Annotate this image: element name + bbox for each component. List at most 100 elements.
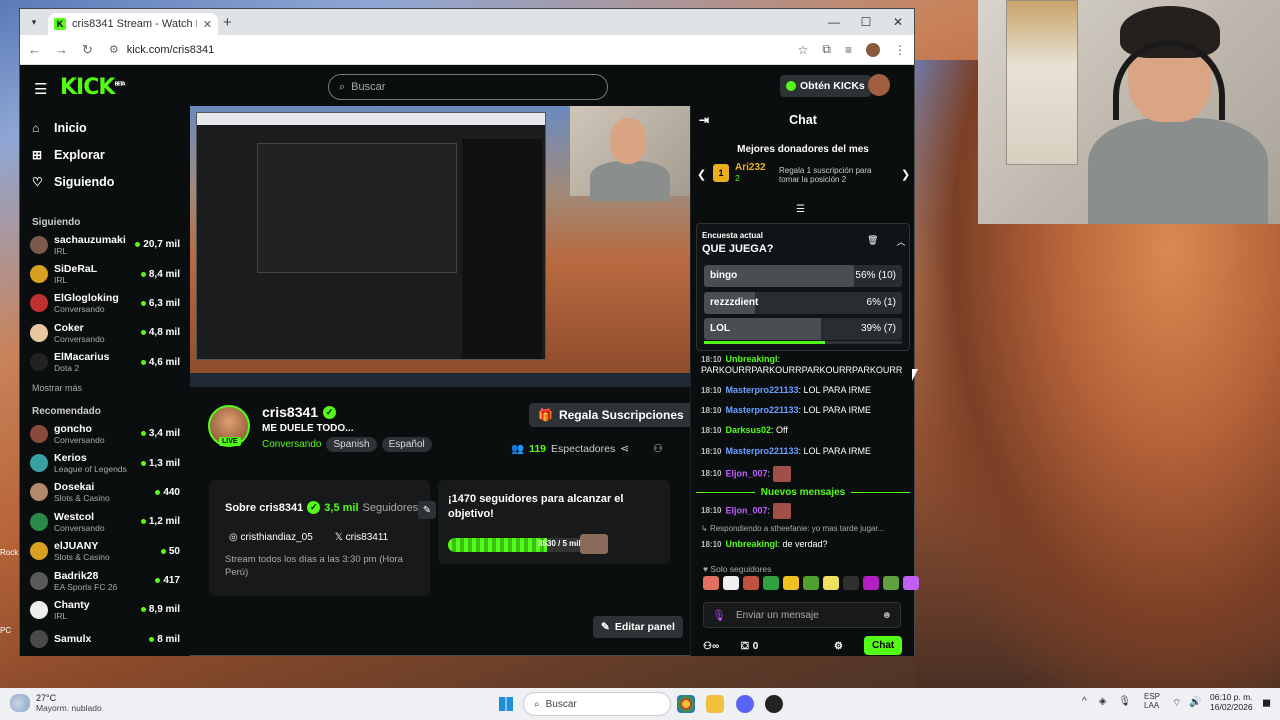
message-username[interactable]: Darksus02	[725, 425, 771, 435]
chevron-up-icon[interactable]: ︿	[896, 235, 905, 248]
poll-option[interactable]: rezzzdient 6% (1)	[704, 291, 902, 314]
emote-icon[interactable]	[903, 576, 919, 590]
minimize-icon[interactable]: —	[818, 9, 850, 35]
message-username[interactable]: Eljon_007	[725, 468, 767, 478]
chevron-left-icon[interactable]: ❮	[697, 168, 706, 181]
channel-points-icon[interactable]: ⚇∞	[703, 641, 719, 652]
forward-icon[interactable]: →	[55, 42, 68, 57]
channel-name[interactable]: cris8341 ✓	[262, 404, 337, 420]
kick-logo[interactable]: KICKBETA	[60, 75, 126, 100]
message-username[interactable]: Eljon_007	[725, 505, 767, 515]
edit-pencil-icon[interactable]: ✎	[418, 501, 436, 519]
emote-icon[interactable]	[823, 576, 839, 590]
network-icon[interactable]: ◈	[1099, 696, 1107, 707]
back-icon[interactable]: ←	[28, 42, 41, 57]
message-username[interactable]: Masterpro221133	[725, 446, 798, 456]
url-field[interactable]: ⚙ kick.com/cris8341	[106, 38, 784, 61]
extensions-icon[interactable]: ⧉	[822, 42, 831, 57]
emoji-icon[interactable]: ☻	[881, 610, 892, 621]
instagram-link[interactable]: ◎ cristhiandiaz_05	[229, 532, 313, 543]
close-tab-icon[interactable]: ✕	[203, 18, 212, 31]
emote-icon[interactable]	[883, 576, 899, 590]
message-username[interactable]: Masterpro221133	[725, 405, 798, 415]
tag-espanol[interactable]: Español	[381, 437, 432, 452]
sidebar-channel[interactable]: SiDeRaL IRL 8,4 mil	[20, 259, 190, 288]
sidebar-nav-inicio[interactable]: ⌂ Inicio	[20, 114, 190, 141]
sidebar-channel[interactable]: sachauzumaki IRL 20,7 mil	[20, 230, 190, 259]
pinned-filter-icon[interactable]: ☰	[796, 204, 805, 215]
poll-option[interactable]: LOL 39% (7)	[704, 318, 902, 340]
sidebar-channel[interactable]: ElGlogloking Conversando 6,3 mil	[20, 289, 190, 318]
gift-box-icon[interactable]: ⛋	[741, 641, 749, 652]
share-icon[interactable]: ⋖	[620, 442, 629, 455]
windows-start-icon[interactable]	[499, 697, 513, 711]
chevron-up-icon[interactable]: ^	[1082, 696, 1087, 707]
close-window-icon[interactable]: ✕	[882, 9, 914, 35]
hamburger-menu-icon[interactable]: ☰	[34, 80, 47, 98]
emote-icon[interactable]	[703, 576, 719, 590]
category-link[interactable]: Conversando	[262, 439, 321, 450]
tag-spanish[interactable]: Spanish	[326, 437, 377, 452]
show-more-link[interactable]: Mostrar más	[20, 377, 190, 399]
emote-icon[interactable]	[763, 576, 779, 590]
sidebar-nav-explorar[interactable]: ⊞ Explorar	[20, 141, 190, 168]
file-explorer-icon[interactable]	[706, 695, 724, 713]
sidebar-channel[interactable]: Kerios League of Legends 1,3 mil	[20, 448, 190, 477]
weather-widget[interactable]: 27°C Mayorm. nublado	[10, 693, 102, 713]
new-tab-button[interactable]: +	[223, 14, 232, 31]
sidebar-channel[interactable]: Westcol Conversando 1,2 mil	[20, 507, 190, 536]
discord-icon[interactable]	[736, 695, 754, 713]
maximize-icon[interactable]: ☐	[850, 9, 882, 35]
message-username[interactable]: Unbreakingl	[725, 539, 777, 549]
wifi-icon[interactable]: ⌔	[1172, 697, 1181, 710]
poll-option[interactable]: bingo 56% (10)	[704, 265, 902, 287]
send-chat-button[interactable]: Chat	[864, 636, 903, 655]
sidebar-channel[interactable]: Dosekai Slots & Casino 440	[20, 478, 190, 507]
emote-icon[interactable]	[783, 576, 799, 590]
notifications-icon[interactable]: ◼	[1262, 696, 1271, 709]
chat-settings-icon[interactable]: ⚙	[834, 641, 843, 652]
chrome-app-icon[interactable]	[677, 695, 695, 713]
edit-panel-button[interactable]: ✎ Editar panel	[593, 616, 683, 638]
message-username[interactable]: Unbreakingl	[725, 354, 777, 364]
taskbar-search[interactable]: ⌕ Buscar	[523, 692, 671, 716]
menu-icon[interactable]: ⋮	[894, 43, 906, 57]
emote-icon[interactable]	[743, 576, 759, 590]
mic-icon[interactable]: 🎙	[1118, 696, 1131, 707]
follow-user-icon[interactable]: ⚇	[653, 442, 663, 455]
app-icon[interactable]	[765, 695, 783, 713]
user-avatar[interactable]	[868, 74, 890, 96]
donor-name[interactable]: Ari232	[735, 162, 766, 173]
message-username[interactable]: Masterpro221133	[725, 385, 798, 395]
search-input[interactable]: ⌕ Buscar	[328, 74, 608, 100]
bookmark-star-icon[interactable]: ☆	[798, 43, 809, 57]
media-icon[interactable]: ≡	[845, 43, 852, 57]
reload-icon[interactable]: ↻	[82, 42, 93, 58]
tab-kick[interactable]: K cris8341 Stream - Watch Live o ✕	[48, 13, 218, 35]
emote-icon[interactable]	[803, 576, 819, 590]
volume-icon[interactable]: 🔊	[1189, 697, 1201, 708]
trash-icon[interactable]: 🗑	[867, 235, 878, 248]
chevron-right-icon[interactable]: ❯	[901, 168, 910, 181]
get-kicks-button[interactable]: Obtén KICKs	[780, 75, 871, 97]
clock[interactable]: 06:10 p. m. 16/02/2026	[1210, 692, 1253, 713]
profile-avatar[interactable]	[866, 42, 880, 57]
sidebar-channel[interactable]: goncho Conversando 3,4 mil	[20, 419, 190, 448]
sidebar-channel[interactable]: Chanty IRL 8,9 mil	[20, 595, 190, 624]
gift-subscriptions-button[interactable]: 🎁 Regala Suscripciones	[529, 403, 693, 427]
sidebar-channel[interactable]: Coker Conversando 4,8 mil	[20, 318, 190, 347]
sidebar-nav-siguiendo[interactable]: ♡ Siguiendo	[20, 168, 190, 195]
collapse-chat-icon[interactable]: ⇥	[699, 113, 709, 127]
video-player[interactable]	[190, 106, 690, 387]
language-indicator[interactable]: ESP LAA	[1144, 692, 1160, 711]
chat-message-input[interactable]: 🎙 Enviar un mensaje ☻	[703, 602, 901, 628]
sidebar-channel[interactable]: elJUANY Slots & Casino 50	[20, 537, 190, 566]
donor-cta[interactable]: Regala 1 suscripción para tomar la posic…	[779, 166, 889, 184]
microphone-icon[interactable]: 🎙	[712, 609, 726, 622]
site-info-icon[interactable]: ⚙	[109, 43, 119, 56]
emote-icon[interactable]	[723, 576, 739, 590]
sidebar-channel[interactable]: ElMacarius Dota 2 4,6 mil	[20, 348, 190, 377]
emote-icon[interactable]	[843, 576, 859, 590]
sidebar-channel[interactable]: Badrik28 EA Sports FC 26 417	[20, 566, 190, 595]
tab-search-icon[interactable]: ▾	[26, 14, 42, 30]
